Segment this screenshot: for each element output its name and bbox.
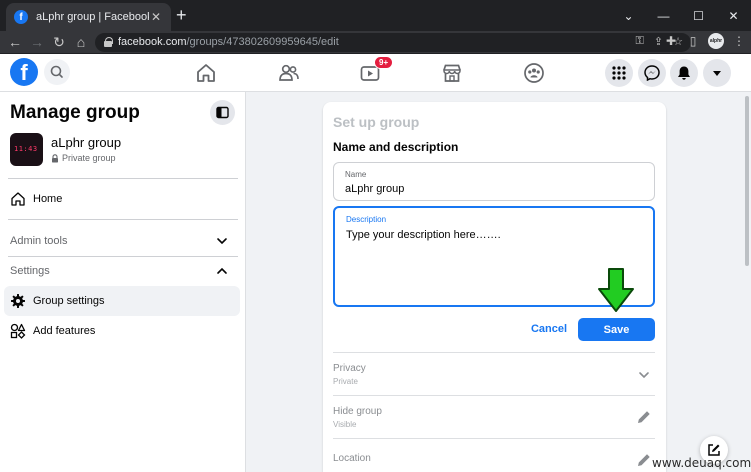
back-icon[interactable]: ←: [6, 33, 24, 51]
location-row-title: Location: [333, 453, 371, 464]
maximize-icon[interactable]: ☐: [681, 0, 716, 31]
group-avatar-text: 11:43: [14, 145, 38, 153]
home-browser-icon[interactable]: ⌂: [72, 33, 90, 51]
search-icon: [50, 65, 63, 78]
watermark-text: www.deuaq.com: [652, 456, 751, 470]
sidebar-section-admin-tools[interactable]: Admin tools: [10, 235, 67, 247]
tab-search-icon[interactable]: ⌄: [611, 0, 646, 31]
home-icon: [11, 192, 25, 206]
address-bar[interactable]: facebook.com/groups/473802609959645/edit…: [95, 33, 691, 52]
row-divider: [333, 395, 655, 396]
sidebar-panel-icon: [216, 106, 229, 119]
sidebar-title: Manage group: [10, 102, 140, 123]
reload-icon[interactable]: ↻: [50, 33, 68, 51]
compose-icon: [708, 444, 720, 456]
window-controls: ⌄ — ☐ ✕: [611, 0, 751, 31]
forward-icon[interactable]: →: [28, 33, 46, 51]
messenger-button[interactable]: [638, 59, 666, 87]
url-text: facebook.com/groups/473802609959645/edit: [118, 36, 339, 48]
tab-close-icon[interactable]: ✕: [149, 10, 163, 24]
setup-group-panel: Set up group Name and description Name a…: [323, 102, 666, 472]
extension-area: ✚ ▯ alphr ⋮: [664, 33, 746, 49]
manage-group-sidebar: Manage group 11:43 aLphr group Private g…: [0, 92, 246, 472]
tab-title: aLphr group | Facebook: [36, 11, 149, 23]
gear-icon: [11, 294, 25, 308]
name-field[interactable]: Name aLphr group: [333, 162, 655, 201]
messenger-icon: [644, 65, 660, 81]
lock-small-icon: [52, 153, 58, 162]
browser-menu-icon[interactable]: ⋮: [732, 34, 746, 48]
collapse-sidebar-button[interactable]: [210, 100, 235, 125]
hide-group-row-title: Hide group: [333, 406, 382, 417]
sidebar-item-group-settings[interactable]: Group settings: [4, 286, 240, 316]
description-field-label: Description: [346, 215, 387, 224]
save-button[interactable]: Save: [578, 318, 655, 341]
sidebar-item-home[interactable]: Home: [4, 184, 240, 214]
notifications-button[interactable]: [670, 59, 698, 87]
sidebar-divider: [8, 219, 238, 220]
group-privacy-row: Private group: [51, 153, 116, 163]
pencil-icon[interactable]: [635, 451, 653, 469]
sidebar-item-label: Group settings: [33, 295, 105, 307]
privacy-row-title: Privacy: [333, 363, 366, 374]
new-tab-icon[interactable]: +: [176, 6, 187, 24]
green-arrow-annotation: [598, 268, 634, 312]
bell-icon: [678, 66, 690, 80]
home-nav-icon[interactable]: [195, 62, 217, 84]
panel-title: Set up group: [333, 114, 420, 130]
menu-grid-button[interactable]: [605, 59, 633, 87]
facebook-logo-icon[interactable]: f: [10, 58, 38, 86]
close-window-icon[interactable]: ✕: [716, 0, 751, 31]
shapes-icon: [10, 323, 26, 339]
facebook-header: f 9+: [0, 54, 751, 92]
privacy-row-value: Private: [333, 377, 358, 386]
hide-group-row-value: Visible: [333, 420, 357, 429]
browser-toolbar: ← → ↻ ⌂ facebook.com/groups/473802609959…: [0, 31, 751, 54]
marketplace-nav-icon[interactable]: [441, 62, 463, 84]
notification-badge: 9+: [374, 56, 394, 69]
sidebar-divider: [8, 256, 238, 257]
browser-tab-bar: f aLphr group | Facebook ✕ + ⌄ — ☐ ✕: [0, 0, 751, 31]
grid-menu-icon: [612, 66, 626, 80]
chevron-down-icon[interactable]: [635, 366, 653, 384]
row-divider: [333, 352, 655, 353]
group-avatar[interactable]: 11:43: [10, 133, 43, 166]
lock-icon: [104, 37, 113, 47]
sidebar-item-add-features[interactable]: Add features: [4, 316, 240, 346]
share-icon[interactable]: ⇪: [654, 35, 663, 48]
search-button[interactable]: [44, 59, 70, 85]
sidebar-item-label: Add features: [33, 325, 96, 337]
sidebar-section-settings[interactable]: Settings: [10, 265, 50, 277]
chevron-down-icon[interactable]: [216, 235, 228, 247]
groups-nav-icon[interactable]: [523, 62, 545, 84]
minimize-icon[interactable]: —: [646, 0, 681, 31]
caret-down-icon: [713, 71, 721, 76]
browser-tab[interactable]: f aLphr group | Facebook ✕: [6, 3, 171, 31]
key-icon[interactable]: ⚿: [636, 35, 644, 48]
chevron-up-icon[interactable]: [216, 265, 228, 277]
sidebar-divider: [8, 178, 238, 179]
cancel-button[interactable]: Cancel: [523, 318, 575, 340]
sidebar-toggle-icon[interactable]: ▯: [686, 34, 700, 48]
profile-avatar[interactable]: alphr: [708, 33, 724, 49]
page-scrollbar-thumb[interactable]: [745, 96, 749, 266]
group-privacy-label: Private group: [62, 153, 116, 163]
description-field-text: Type your description here…….: [346, 229, 501, 241]
name-field-label: Name: [345, 170, 367, 179]
extensions-puzzle-icon[interactable]: ✚: [664, 34, 678, 48]
friends-nav-icon[interactable]: [278, 62, 300, 84]
group-name[interactable]: aLphr group: [51, 135, 121, 150]
pencil-icon[interactable]: [635, 408, 653, 426]
sidebar-item-label: Home: [33, 193, 63, 205]
facebook-favicon-icon: f: [14, 10, 28, 24]
row-divider: [333, 438, 655, 439]
account-button[interactable]: [703, 59, 731, 87]
section-title: Name and description: [333, 140, 459, 154]
name-field-value: aLphr group: [345, 183, 405, 195]
